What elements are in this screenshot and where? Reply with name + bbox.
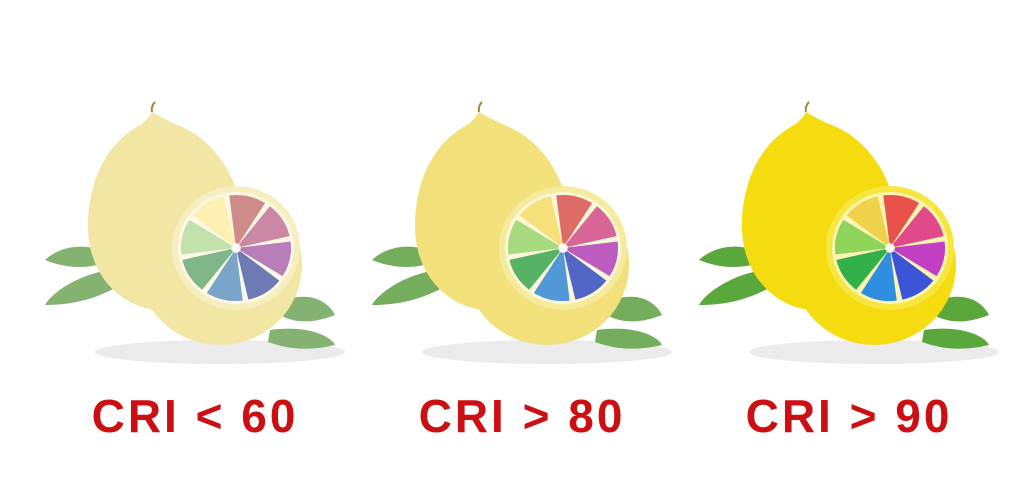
cri-panel-90: CRI > 90 xyxy=(684,0,1014,500)
stem-icon xyxy=(150,101,156,113)
stem-icon xyxy=(804,101,810,113)
wheel-center xyxy=(559,244,567,252)
cri-panel-60: CRI < 60 xyxy=(30,0,360,500)
cri-panel-80: CRI > 80 xyxy=(357,0,687,500)
lemon-illustration xyxy=(372,101,672,364)
cri-label: CRI > 90 xyxy=(745,390,953,442)
wheel-center xyxy=(886,244,894,252)
wheel-center xyxy=(232,244,240,252)
lemon-illustration xyxy=(45,101,345,364)
cri-label: CRI > 80 xyxy=(418,390,626,442)
cri-label: CRI < 60 xyxy=(91,390,299,442)
stem-icon xyxy=(477,101,483,113)
lemon-illustration xyxy=(699,101,999,364)
